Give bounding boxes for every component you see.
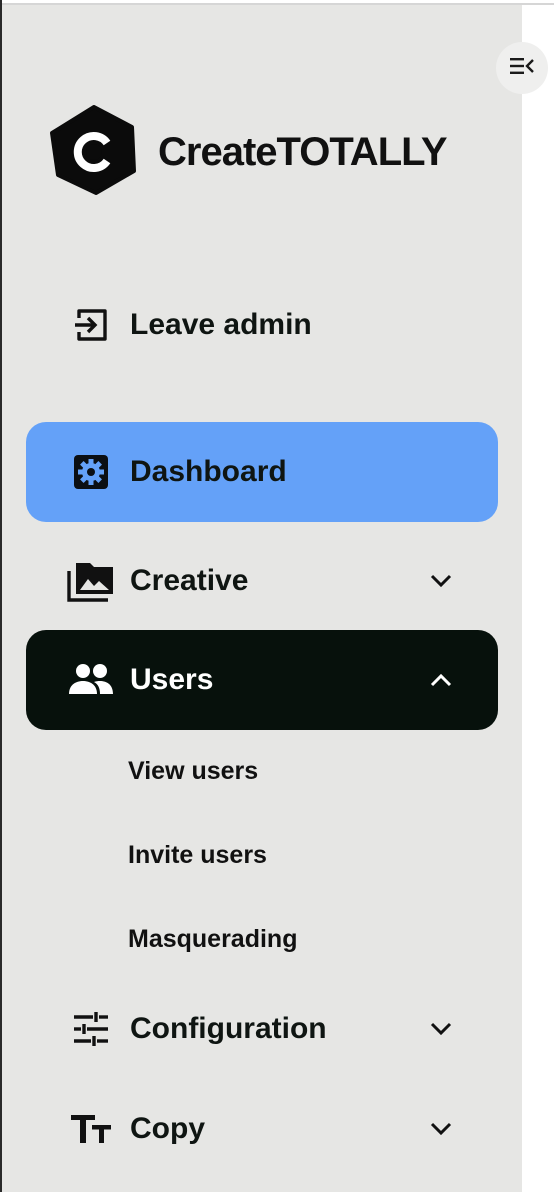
people-icon [66,655,116,705]
sidebar-item-label: Dashboard [130,455,287,488]
sidebar-item-label: Creative [130,564,249,597]
gear-icon [66,447,116,497]
logo-mark-icon [50,105,136,200]
chevron-up-icon[interactable] [426,665,456,695]
sidebar-item-label: Users [130,663,214,696]
submenu-item-view-users[interactable]: View users [128,757,258,786]
sidebar-item-dashboard[interactable]: Dashboard [26,422,498,522]
brand-logo[interactable]: CreateTOTALLY [50,105,448,200]
sliders-icon [66,1004,116,1054]
text-size-icon [66,1104,116,1154]
collapse-sidebar-button[interactable] [496,42,548,94]
collapse-sidebar-icon [509,56,535,81]
sidebar-item-label: Configuration [130,1012,327,1045]
chevron-down-icon[interactable] [426,566,456,596]
image-library-icon [66,556,116,606]
sidebar-item-label: Copy [130,1112,205,1145]
exit-icon [66,300,116,350]
sidebar-item-users[interactable]: Users [26,630,498,730]
sidebar-item-creative[interactable]: Creative [26,531,498,631]
sidebar-item-copy[interactable]: Copy [26,1079,498,1179]
submenu-item-invite-users[interactable]: Invite users [128,841,267,870]
sidebar-item-configuration[interactable]: Configuration [26,979,498,1079]
leave-admin-link[interactable]: Leave admin [26,275,498,375]
chevron-down-icon[interactable] [426,1114,456,1144]
chevron-down-icon[interactable] [426,1014,456,1044]
leave-admin-label: Leave admin [130,308,312,341]
submenu-item-masquerading[interactable]: Masquerading [128,925,297,954]
brand-name: CreateTOTALLY [158,130,448,174]
